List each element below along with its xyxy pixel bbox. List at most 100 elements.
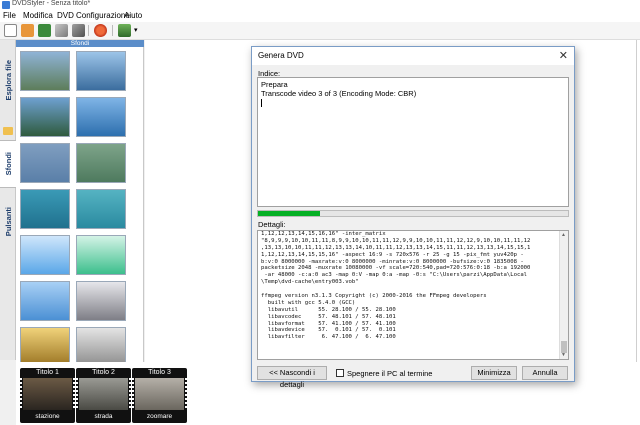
- background-thumbnail-silver[interactable]: [76, 327, 126, 367]
- hide-details-button[interactable]: << Nascondi i dettagli: [257, 366, 327, 389]
- open-project-icon[interactable]: [21, 24, 34, 37]
- background-thumbnail-gray-frame[interactable]: [76, 281, 126, 321]
- app-window: DVDStyler - Senza titolo* File Modifica …: [0, 0, 640, 425]
- background-thumbnail-blue-blur[interactable]: [20, 143, 70, 183]
- chevron-down-icon[interactable]: ▾: [134, 26, 138, 34]
- backgrounds-panel: Sfondi: [16, 40, 160, 367]
- tab-buttons[interactable]: Pulsanti: [0, 190, 16, 254]
- details-line: -ar 48000 -c:a:0 ac3 -map 0:V -map 0:a -…: [261, 272, 528, 279]
- details-scrollbar[interactable]: ▲ ▼: [559, 231, 568, 359]
- shutdown-checkbox-label: Spegnere il PC al termine: [347, 369, 433, 378]
- details-line: packetsize 2048 -muxrate 10080000 -vf sc…: [261, 265, 531, 272]
- details-line: libavfilter 6. 47.100 / 6. 47.100: [261, 334, 396, 341]
- scroll-down-icon[interactable]: ▼: [561, 352, 566, 358]
- details-line: [261, 286, 559, 293]
- tab-backgrounds[interactable]: Sfondi: [0, 140, 16, 188]
- menu-aiuto[interactable]: Aiuto: [124, 11, 142, 20]
- menu-configurazione[interactable]: Configurazione: [76, 11, 130, 20]
- details-line: b:v:0 8000000 -maxrate:v:0 8000000 -minr…: [261, 258, 524, 265]
- background-thumbnail-blue-sky[interactable]: [76, 97, 126, 137]
- details-label: Dettagli:: [258, 220, 286, 229]
- add-file-icon[interactable]: [118, 24, 131, 37]
- tab-label: Sfondi: [3, 152, 13, 176]
- background-thumbnail-blue-frame[interactable]: [20, 235, 70, 275]
- index-log: Prepara Transcode video 3 of 3 (Encoding…: [257, 77, 569, 207]
- details-line: libavutil 55. 28.100 / 55. 28.100: [261, 306, 396, 313]
- background-thumbnail-green-frame[interactable]: [76, 235, 126, 275]
- title-clip[interactable]: Titolo 2 strada: [76, 368, 131, 423]
- folder-icon[interactable]: [3, 127, 13, 135]
- film-perforation: [185, 378, 187, 410]
- film-perforation: [129, 378, 131, 410]
- title-clip-thumbnail: [79, 378, 128, 410]
- title-clip[interactable]: Titolo 1 stazione: [20, 368, 75, 423]
- background-thumbnail-teal-water[interactable]: [20, 189, 70, 229]
- film-perforation: [132, 378, 134, 410]
- burn-dvd-icon[interactable]: [94, 24, 107, 37]
- title-clip[interactable]: Titolo 3 zoomare: [132, 368, 187, 423]
- dialog-title: Genera DVD: [258, 51, 304, 60]
- details-line: 1,12,12,13,14,15,16,16" -inter_matrix: [261, 231, 386, 237]
- title-clip-name: Titolo 2: [92, 369, 115, 376]
- index-line: Transcode video 3 of 3 (Encoding Mode: C…: [261, 89, 417, 98]
- title-clip-thumbnail: [135, 378, 184, 410]
- background-thumbnail-harbor[interactable]: [76, 51, 126, 91]
- title-clip-name: Titolo 1: [36, 369, 59, 376]
- background-thumbnail-gold[interactable]: [20, 327, 70, 367]
- sidebar-tabs: Esplora file Sfondi Pulsanti: [0, 40, 16, 360]
- details-line: "8,9,9,9,10,10,11,11,8,9,9,10,10,11,11,1…: [261, 237, 531, 244]
- title-bar: DVDStyler - Senza titolo*: [0, 0, 640, 10]
- scroll-up-icon[interactable]: ▲: [561, 232, 566, 238]
- menu-modifica[interactable]: Modifica: [23, 11, 53, 20]
- details-line: 1,12,12,13,14,15,15,16" -aspect 16:9 -s …: [261, 251, 524, 258]
- background-thumbnail-coast-2[interactable]: [20, 97, 70, 137]
- index-line: Prepara: [261, 80, 288, 89]
- shutdown-checkbox[interactable]: [336, 369, 344, 377]
- details-line: libavformat 57. 41.100 / 57. 41.100: [261, 320, 396, 327]
- title-clip-caption: stazione: [35, 413, 60, 420]
- background-thumbnail-coast-1[interactable]: [20, 51, 70, 91]
- toolbar: ▾: [0, 22, 640, 40]
- menu-dvd[interactable]: DVD: [57, 11, 74, 20]
- text-cursor: [261, 99, 262, 107]
- dvdstyler-app-icon: [2, 1, 10, 9]
- details-line: built with gcc 5.4.0 (GCC): [261, 299, 356, 306]
- title-clip-thumbnail: [23, 378, 72, 410]
- details-line: libavdevice 57. 0.101 / 57. 0.101: [261, 327, 396, 334]
- tab-label: Pulsanti: [3, 207, 13, 237]
- window-title: DVDStyler - Senza titolo*: [12, 0, 91, 7]
- film-perforation: [76, 378, 78, 410]
- close-icon[interactable]: ✕: [559, 49, 568, 62]
- film-perforation: [73, 378, 75, 410]
- dialog-title-bar: Genera DVD ✕: [252, 47, 574, 65]
- generate-dvd-dialog: Genera DVD ✕ Indice: Prepara Transcode v…: [251, 46, 575, 389]
- edit-icon[interactable]: [55, 24, 68, 37]
- tab-label: Esplora file: [3, 59, 13, 101]
- details-line: ,13,13,10,10,11,11,12,13,13,14,10,11,11,…: [261, 244, 531, 251]
- background-thumbnail-teal-ripple[interactable]: [76, 189, 126, 229]
- menu-bar: File Modifica DVD Configurazione Aiuto: [0, 10, 640, 22]
- background-thumbnail-green-blur[interactable]: [76, 143, 126, 183]
- details-text: 1,12,12,13,14,15,16,16" -inter_matrix "8,…: [261, 231, 559, 359]
- save-icon[interactable]: [38, 24, 51, 37]
- progress-bar: [257, 210, 569, 217]
- minimize-button[interactable]: Minimizza: [471, 366, 517, 380]
- progress-fill: [258, 211, 320, 216]
- backgrounds-header: Sfondi: [16, 40, 144, 47]
- details-log[interactable]: 1,12,12,13,14,15,16,16" -inter_matrix "8,…: [257, 230, 569, 360]
- canvas-divider: [636, 40, 637, 362]
- toolbar-separator: [112, 25, 113, 36]
- background-thumbnail-blue-gradient[interactable]: [20, 281, 70, 321]
- title-clip-caption: strada: [94, 413, 113, 420]
- menu-file[interactable]: File: [3, 11, 16, 20]
- tools-icon[interactable]: [72, 24, 85, 37]
- details-line: libavcodec 57. 48.101 / 57. 48.101: [261, 313, 396, 320]
- cancel-button[interactable]: Annulla: [522, 366, 568, 380]
- new-project-icon[interactable]: [4, 24, 17, 37]
- film-perforation: [20, 378, 22, 410]
- title-clip-caption: zoomare: [146, 413, 173, 420]
- toolbar-separator: [88, 25, 89, 36]
- title-clip-name: Titolo 3: [148, 369, 171, 376]
- details-line: ffmpeg version n3.1.3 Copyright (c) 2000…: [261, 293, 487, 300]
- tab-explore-files[interactable]: Esplora file: [0, 40, 16, 120]
